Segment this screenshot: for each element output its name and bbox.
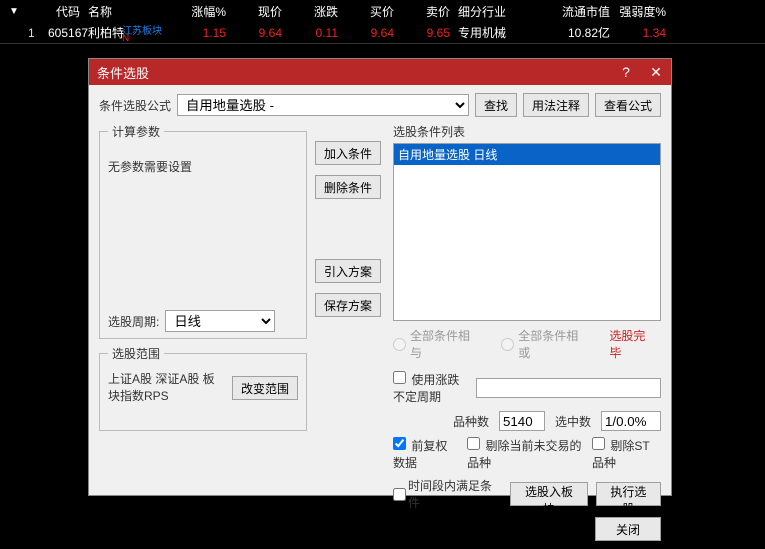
params-legend: 计算参数	[108, 123, 164, 140]
close-icon[interactable]: ✕	[641, 59, 671, 85]
del-notrade-checkbox[interactable]: 剔除当前未交易的品种	[467, 437, 584, 471]
params-fieldset: 计算参数 无参数需要设置 选股周期: 日线	[99, 123, 307, 339]
to-block-button[interactable]: 选股入板块	[510, 482, 587, 506]
condition-list-label: 选股条件列表	[393, 123, 661, 140]
species-label: 品种数	[453, 413, 489, 430]
find-button[interactable]: 查找	[475, 93, 517, 117]
period-label: 选股周期:	[108, 313, 159, 330]
period-input[interactable]	[476, 378, 661, 398]
view-formula-button[interactable]: 查看公式	[595, 93, 661, 117]
period-combo[interactable]: 日线	[165, 310, 275, 332]
formula-combo[interactable]: 自用地量选股 -	[177, 94, 469, 116]
time-cond-checkbox[interactable]: 时间段内满足条件	[393, 477, 502, 511]
header-mcap[interactable]: 流通市值	[524, 3, 614, 20]
add-condition-button[interactable]: 加入条件	[315, 141, 381, 165]
execute-button[interactable]: 执行选股	[596, 482, 661, 506]
condition-listbox[interactable]: 自用地量选股 日线	[393, 143, 661, 321]
header-pct[interactable]: 涨幅%	[174, 3, 230, 20]
species-value	[499, 411, 545, 431]
row-chg: 0.11	[286, 26, 342, 40]
row-name: 利柏特 江苏板块 N	[84, 24, 174, 41]
scope-fieldset: 选股范围 上证A股 深证A股 板块指数RPS 改变范围	[99, 345, 307, 431]
table-row[interactable]: 1 605167 利柏特 江苏板块 N 1.15 9.64 0.11 9.64 …	[0, 22, 765, 44]
table-header: ▼ 代码 名称 涨幅% 现价 涨跌 买价 卖价 细分行业 流通市值 强弱度%	[0, 0, 765, 22]
pre-adjust-checkbox[interactable]: 前复权数据	[393, 437, 459, 471]
row-mcap: 10.82亿	[524, 24, 614, 41]
done-text: 选股完毕	[609, 327, 657, 361]
radio-or[interactable]: 全部条件相或	[501, 327, 589, 361]
formula-label: 条件选股公式	[99, 97, 171, 114]
header-code[interactable]: 代码	[24, 3, 84, 20]
delete-condition-button[interactable]: 删除条件	[315, 175, 381, 199]
sort-arrow[interactable]: ▼	[4, 6, 24, 17]
row-price: 9.64	[230, 26, 286, 40]
help-icon[interactable]: ?	[611, 59, 641, 85]
row-index: 1	[24, 26, 44, 40]
header-strength[interactable]: 强弱度%	[614, 3, 670, 20]
stock-tag-n: N	[122, 33, 129, 44]
no-params-text: 无参数需要设置	[108, 158, 298, 175]
scope-legend: 选股范围	[108, 345, 164, 362]
header-ask[interactable]: 卖价	[398, 3, 454, 20]
save-plan-button[interactable]: 保存方案	[315, 293, 381, 317]
usage-button[interactable]: 用法注释	[523, 93, 589, 117]
row-code: 605167	[44, 26, 84, 40]
header-name[interactable]: 名称	[84, 3, 174, 20]
row-ask: 9.65	[398, 26, 454, 40]
header-chg[interactable]: 涨跌	[286, 3, 342, 20]
scope-text: 上证A股 深证A股 板块指数RPS	[108, 370, 223, 404]
change-scope-button[interactable]: 改变范围	[232, 376, 298, 400]
selected-label: 选中数	[555, 413, 591, 430]
header-industry[interactable]: 细分行业	[454, 3, 524, 20]
condition-select-dialog: 条件选股 ? ✕ 条件选股公式 自用地量选股 - 查找 用法注释 查看公式 计算…	[88, 58, 672, 496]
selected-value	[601, 411, 661, 431]
import-plan-button[interactable]: 引入方案	[315, 259, 381, 283]
row-strength: 1.34	[614, 26, 670, 40]
row-bid: 9.64	[342, 26, 398, 40]
row-pct: 1.15	[174, 26, 230, 40]
list-item[interactable]: 自用地量选股 日线	[394, 144, 660, 165]
row-industry: 专用机械	[454, 24, 524, 41]
dialog-titlebar[interactable]: 条件选股 ? ✕	[89, 59, 671, 85]
header-bid[interactable]: 买价	[342, 3, 398, 20]
stock-name: 利柏特	[88, 26, 124, 40]
dialog-title: 条件选股	[97, 63, 149, 82]
header-price[interactable]: 现价	[230, 3, 286, 20]
use-period-checkbox[interactable]: 使用涨跌不定周期	[393, 371, 468, 405]
close-button[interactable]: 关闭	[595, 517, 661, 541]
del-st-checkbox[interactable]: 剔除ST品种	[592, 437, 661, 471]
radio-and[interactable]: 全部条件相与	[393, 327, 481, 361]
